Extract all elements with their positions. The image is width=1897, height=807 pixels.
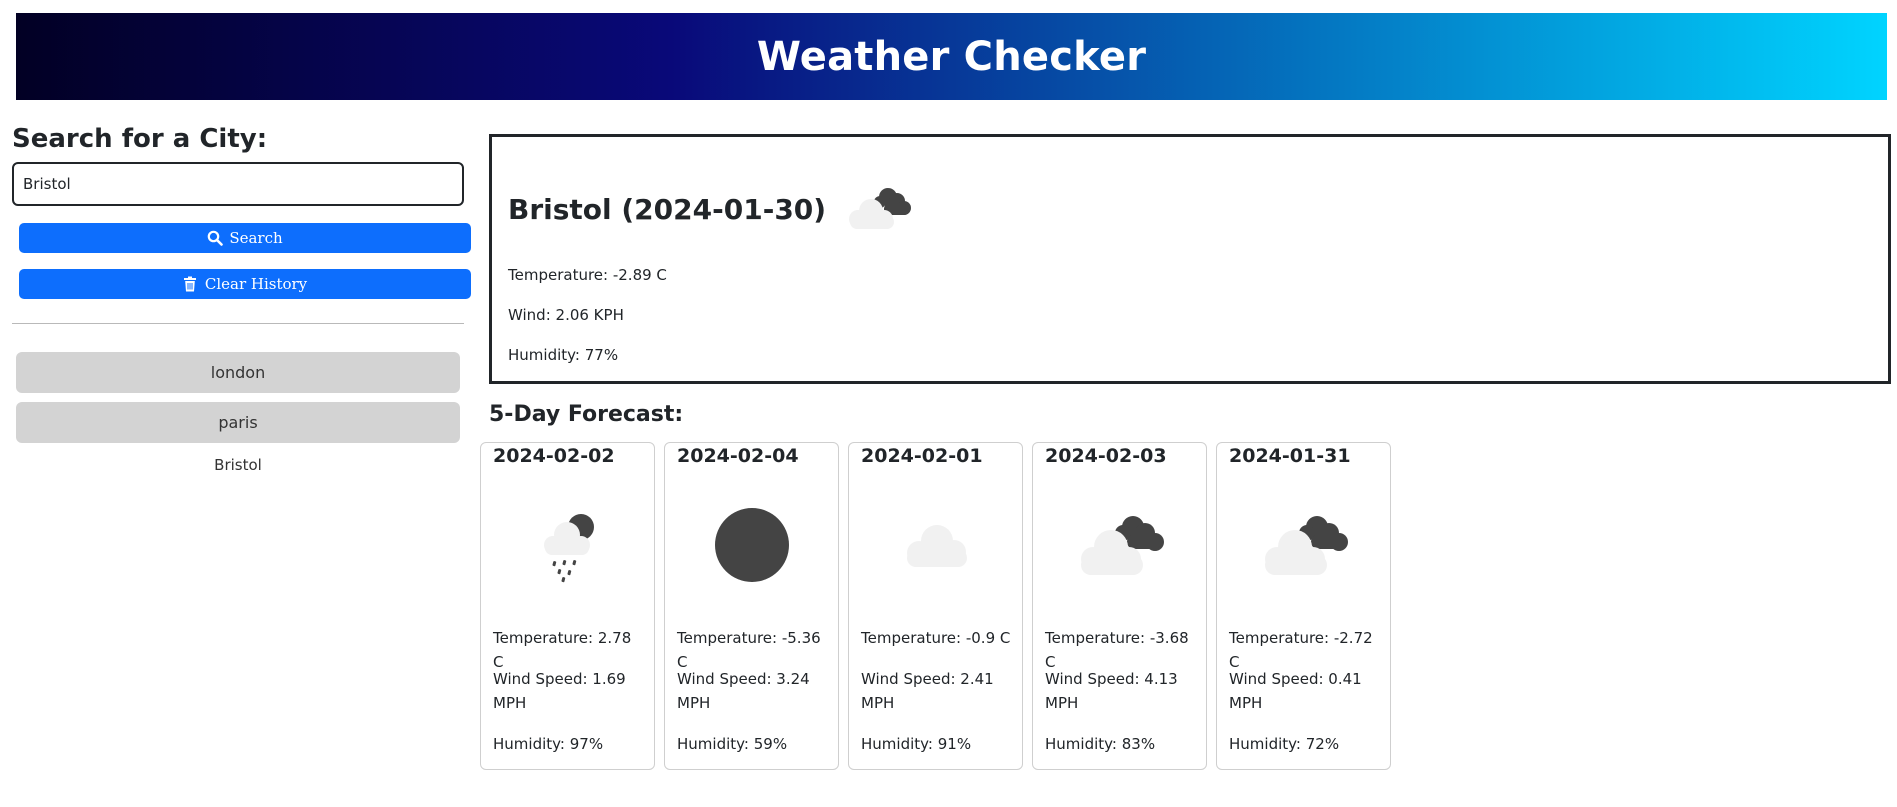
search-heading: Search for a City: — [12, 124, 268, 154]
search-button-label: Search — [229, 229, 283, 247]
divider — [12, 323, 464, 324]
forecast-list: 2024-02-02 Temperature: 2.78 C Wind Spee… — [480, 442, 1391, 770]
current-weather-heading: Bristol (2024-01-30) — [508, 181, 914, 238]
clear-night-icon — [707, 505, 797, 585]
forecast-temperature: Temperature: -0.9 C — [861, 629, 1011, 647]
current-weather-card: Bristol (2024-01-30) Temperature: -2.89 … — [489, 134, 1891, 384]
partly-cloudy-night-icon — [1259, 505, 1349, 585]
forecast-humidity: Humidity: 59% — [677, 735, 788, 753]
forecast-date: 2024-02-03 — [1045, 445, 1167, 467]
history-item-bristol[interactable]: Bristol — [16, 452, 460, 478]
forecast-humidity: Humidity: 97% — [493, 735, 604, 753]
forecast-wind: Wind Speed: 0.41 MPH — [1229, 670, 1362, 712]
search-button[interactable]: Search — [19, 223, 471, 253]
forecast-wind: Wind Speed: 2.41 MPH — [861, 670, 994, 712]
city-search-input[interactable] — [12, 162, 464, 206]
current-wind: Wind: 2.06 KPH — [508, 306, 624, 324]
forecast-wind: Wind Speed: 4.13 MPH — [1045, 670, 1178, 712]
search-panel: Search for a City: Search Clear History … — [12, 120, 471, 474]
trash-icon — [183, 276, 199, 292]
forecast-card: 2024-02-02 Temperature: 2.78 C Wind Spee… — [480, 442, 655, 770]
forecast-humidity: Humidity: 72% — [1229, 735, 1340, 753]
current-humidity: Humidity: 77% — [508, 346, 619, 364]
forecast-date: 2024-02-02 — [493, 445, 615, 467]
forecast-card: 2024-02-04 Temperature: -5.36 C Wind Spe… — [664, 442, 839, 770]
forecast-wind: Wind Speed: 3.24 MPH — [677, 670, 810, 712]
search-history-list: london paris Bristol — [16, 352, 460, 487]
rain-night-icon — [523, 505, 613, 585]
clear-history-button[interactable]: Clear History — [19, 269, 471, 299]
forecast-humidity: Humidity: 91% — [861, 735, 972, 753]
partly-cloudy-night-icon — [1075, 505, 1165, 585]
partly-cloudy-night-icon — [840, 181, 914, 238]
search-icon — [207, 230, 224, 246]
clear-history-label: Clear History — [204, 275, 308, 293]
current-city-date: Bristol (2024-01-30) — [508, 193, 827, 226]
forecast-card: 2024-02-03 Temperature: -3.68 C Wind Spe… — [1032, 442, 1207, 770]
forecast-date: 2024-01-31 — [1229, 445, 1351, 467]
history-item-paris[interactable]: paris — [16, 402, 460, 443]
page-title: Weather Checker — [756, 33, 1147, 80]
forecast-humidity: Humidity: 83% — [1045, 735, 1156, 753]
cloud-icon — [891, 505, 981, 585]
current-temperature: Temperature: -2.89 C — [508, 266, 667, 284]
forecast-wind: Wind Speed: 1.69 MPH — [493, 670, 626, 712]
forecast-heading: 5-Day Forecast: — [489, 402, 684, 427]
forecast-date: 2024-02-04 — [677, 445, 799, 467]
page-header: Weather Checker — [16, 13, 1887, 100]
forecast-card: 2024-02-01 Temperature: -0.9 C Wind Spee… — [848, 442, 1023, 770]
forecast-date: 2024-02-01 — [861, 445, 983, 467]
forecast-card: 2024-01-31 Temperature: -2.72 C Wind Spe… — [1216, 442, 1391, 770]
history-item-london[interactable]: london — [16, 352, 460, 393]
